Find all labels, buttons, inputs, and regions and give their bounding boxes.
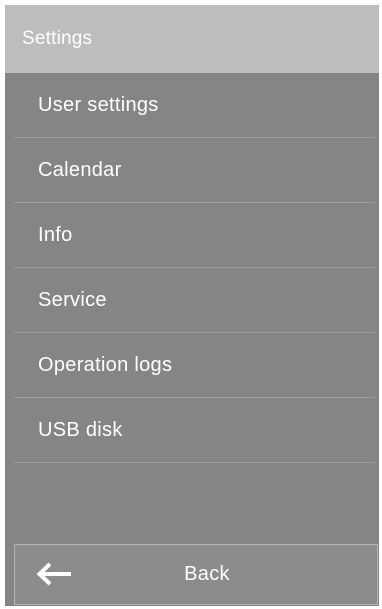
settings-menu: User settings Calendar Info Service Oper…	[5, 73, 379, 463]
settings-screen: Settings User settings Calendar Info Ser…	[5, 5, 379, 606]
menu-item-label: Service	[38, 289, 107, 311]
menu-item-label: User settings	[38, 94, 159, 116]
page-title: Settings	[22, 28, 93, 49]
menu-item-label: Info	[38, 224, 73, 246]
menu-item-service[interactable]: Service	[5, 268, 379, 333]
menu-item-info[interactable]: Info	[5, 203, 379, 268]
header-bar: Settings	[5, 5, 379, 73]
menu-item-label: Operation logs	[38, 354, 173, 376]
menu-item-label: Calendar	[38, 159, 122, 181]
back-button[interactable]: Back	[14, 544, 378, 605]
menu-item-label: USB disk	[38, 419, 123, 441]
menu-item-usb-disk[interactable]: USB disk	[5, 398, 379, 463]
menu-item-user-settings[interactable]: User settings	[5, 73, 379, 138]
menu-item-calendar[interactable]: Calendar	[5, 138, 379, 203]
menu-item-operation-logs[interactable]: Operation logs	[5, 333, 379, 398]
back-button-label: Back	[184, 563, 230, 585]
